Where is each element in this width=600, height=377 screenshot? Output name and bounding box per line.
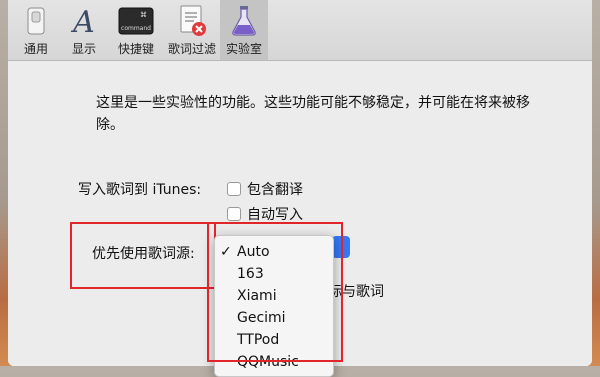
svg-text:A: A: [70, 5, 95, 38]
tab-general[interactable]: 通用: [12, 0, 60, 60]
tab-lyrics-filter[interactable]: 歌词过滤: [168, 0, 216, 60]
svg-text:command: command: [121, 25, 151, 32]
font-a-icon: A: [66, 3, 102, 39]
include-translation-checkbox[interactable]: [227, 182, 241, 196]
svg-text:⌘: ⌘: [140, 11, 147, 19]
tab-label: 快捷键: [117, 42, 154, 56]
document-block-icon: [174, 3, 210, 39]
flask-icon: [226, 3, 262, 39]
auto-write-row[interactable]: 自动写入: [227, 204, 303, 224]
command-key-icon: ⌘ command: [118, 3, 154, 39]
highlight-box-menu: [207, 222, 343, 362]
highlight-box-label: [70, 222, 216, 289]
tab-display[interactable]: A 显示: [60, 0, 108, 60]
itunes-label: 写入歌词到 iTunes:: [78, 182, 202, 198]
switch-icon: [18, 3, 54, 39]
tab-label: 通用: [23, 42, 48, 56]
auto-write-checkbox[interactable]: [227, 207, 241, 221]
preferences-toolbar: 通用 A 显示 ⌘ command 快捷键 歌词过滤 实验室: [8, 0, 592, 61]
tab-label: 显示: [71, 42, 96, 56]
tab-shortcuts[interactable]: ⌘ command 快捷键: [112, 0, 160, 60]
include-translation-label: 包含翻译: [247, 182, 303, 198]
auto-write-label: 自动写入: [247, 207, 303, 223]
tab-label: 实验室: [225, 42, 262, 56]
tab-label: 歌词过滤: [168, 42, 217, 56]
lab-description: 这里是一些实验性的功能。这些功能可能不够稳定，并可能在将来被移除。: [96, 95, 530, 133]
tab-lab[interactable]: 实验室: [220, 0, 268, 60]
include-translation-row[interactable]: 包含翻译: [227, 179, 303, 199]
